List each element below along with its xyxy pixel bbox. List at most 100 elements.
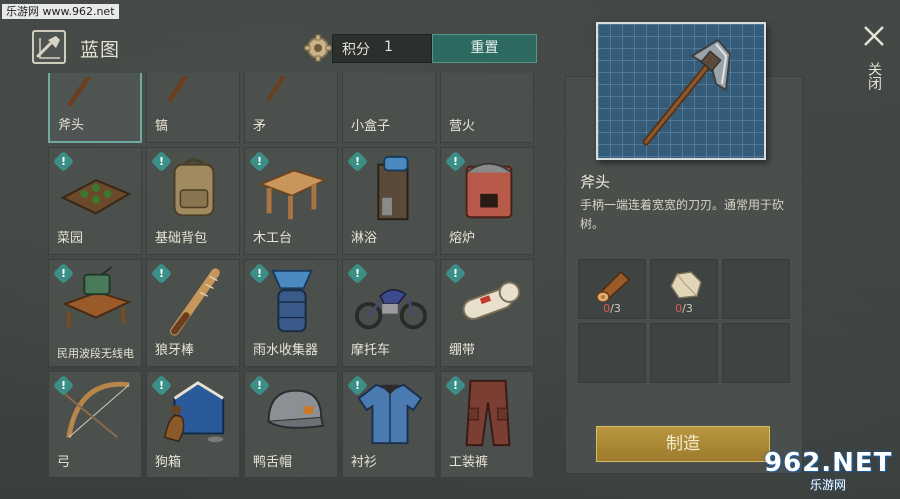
blueprint-cell[interactable]: ! 狗箱 xyxy=(146,371,240,477)
blueprint-label: 衬衫 xyxy=(351,455,378,470)
new-badge-icon: ! xyxy=(150,262,173,285)
blueprint-cell[interactable]: 矛 xyxy=(244,73,338,143)
badge-symbol: ! xyxy=(60,155,67,168)
new-badge-icon: ! xyxy=(346,262,369,285)
blueprint-cell[interactable]: ! 淋浴 xyxy=(342,147,436,255)
material-slot-empty xyxy=(578,323,646,383)
blueprint-cell[interactable]: ! 民用波段无线电 xyxy=(48,259,142,367)
blueprint-cell[interactable]: ! 狼牙棒 xyxy=(146,259,240,367)
blueprint-label: 摩托车 xyxy=(351,343,391,358)
blueprint-label: 矛 xyxy=(253,119,267,134)
new-badge-icon: ! xyxy=(248,150,271,173)
new-badge-icon: ! xyxy=(444,150,467,173)
selected-item-name: 斧头 xyxy=(580,173,611,191)
new-badge-icon: ! xyxy=(346,374,369,397)
close-icon[interactable] xyxy=(860,22,888,50)
badge-symbol: ! xyxy=(158,379,165,392)
material-slot-empty xyxy=(650,323,718,383)
reset-button[interactable]: 重置 xyxy=(432,34,537,63)
blueprint-cell[interactable]: ! 工装裤 xyxy=(440,371,534,477)
material-slot-empty xyxy=(722,323,790,383)
blueprint-cell[interactable]: ! 雨水收集器 xyxy=(244,259,338,367)
blueprint-label: 木工台 xyxy=(253,231,293,246)
badge-symbol: ! xyxy=(256,379,263,392)
badge-symbol: ! xyxy=(60,379,67,392)
blueprint-label: 弓 xyxy=(57,455,71,470)
blueprint-label: 斧头 xyxy=(58,118,85,133)
material-slot[interactable]: 0/3 xyxy=(578,259,646,319)
pickaxe-icon xyxy=(157,76,231,110)
small-box-icon xyxy=(353,76,427,110)
badge-symbol: ! xyxy=(452,267,459,280)
blueprint-label: 狼牙棒 xyxy=(155,343,195,358)
new-badge-icon: ! xyxy=(248,374,271,397)
blueprint-grid: 斧头 镐 矛 小盒子 营火! 菜园! 基础背包! 木工台! 淋浴! 熔炉! 民用波段无线电! 狼牙棒!… xyxy=(48,73,538,477)
stone-icon xyxy=(670,271,702,299)
blueprint-cell[interactable]: ! 摩托车 xyxy=(342,259,436,367)
blueprint-label: 狗箱 xyxy=(155,455,182,470)
new-badge-icon: ! xyxy=(52,150,75,173)
blueprint-label: 雨水收集器 xyxy=(253,343,319,358)
material-count: 0/3 xyxy=(651,302,717,315)
points-gear-icon xyxy=(304,34,332,62)
blueprint-label: 淋浴 xyxy=(351,231,378,246)
badge-symbol: ! xyxy=(354,155,361,168)
new-badge-icon: ! xyxy=(52,374,75,397)
blueprint-label: 菜园 xyxy=(57,231,84,246)
blueprint-cell[interactable]: ! 绷带 xyxy=(440,259,534,367)
materials-grid: 0/3 0/3 xyxy=(578,259,790,383)
new-badge-icon: ! xyxy=(444,262,467,285)
blueprint-cell[interactable]: 小盒子 xyxy=(342,73,436,143)
blueprint-label: 镐 xyxy=(155,119,169,134)
badge-symbol: ! xyxy=(354,379,361,392)
watermark-sub: 乐游网 xyxy=(810,478,847,492)
blueprint-cell[interactable]: 营火 xyxy=(440,73,534,143)
badge-symbol: ! xyxy=(354,267,361,280)
badge-symbol: ! xyxy=(452,379,459,392)
new-badge-icon: ! xyxy=(444,374,467,397)
material-slot-empty xyxy=(722,259,790,319)
blueprint-cell[interactable]: ! 鸭舌帽 xyxy=(244,371,338,477)
selected-item-image xyxy=(596,22,766,160)
craft-button[interactable]: 制造 xyxy=(596,426,770,462)
blueprint-label: 绷带 xyxy=(449,343,476,358)
blueprint-cell[interactable]: ! 菜园 xyxy=(48,147,142,255)
badge-symbol: ! xyxy=(158,267,165,280)
blueprint-label: 民用波段无线电 xyxy=(57,347,134,360)
blueprint-label: 营火 xyxy=(449,119,476,134)
new-badge-icon: ! xyxy=(52,262,75,285)
blueprint-cell[interactable]: ! 衬衫 xyxy=(342,371,436,477)
badge-symbol: ! xyxy=(158,155,165,168)
blueprint-cell[interactable]: ! 木工台 xyxy=(244,147,338,255)
blueprint-label: 熔炉 xyxy=(449,231,476,246)
campfire-icon xyxy=(451,76,525,110)
axe-icon xyxy=(60,77,134,111)
axe-icon xyxy=(642,38,732,146)
points-label: 积分 xyxy=(342,42,370,58)
blueprint-cell[interactable]: ! 弓 xyxy=(48,371,142,477)
new-badge-icon: ! xyxy=(346,150,369,173)
points-value: 1 xyxy=(384,39,393,55)
badge-symbol: ! xyxy=(60,267,67,280)
selected-item-description: 手柄一端连着宽宽的刀刃。通常用于砍树。 xyxy=(580,198,785,231)
watermark-number: 962.NET xyxy=(764,448,893,478)
blueprint-icon xyxy=(32,30,66,64)
site-watermark: 乐游网 www.962.net xyxy=(2,4,119,19)
material-count: 0/3 xyxy=(579,302,645,315)
wood-log-icon xyxy=(596,270,631,302)
site-logo-watermark: 962.NET 乐游网 xyxy=(764,448,894,494)
close-label[interactable]: 关闭 xyxy=(862,62,882,90)
badge-symbol: ! xyxy=(256,267,263,280)
material-slot[interactable]: 0/3 xyxy=(650,259,718,319)
new-badge-icon: ! xyxy=(248,262,271,285)
blueprint-cell[interactable]: ! 熔炉 xyxy=(440,147,534,255)
blueprint-label: 基础背包 xyxy=(155,231,208,246)
material-need: /3 xyxy=(682,302,693,315)
material-need: /3 xyxy=(610,302,621,315)
blueprint-cell[interactable]: 镐 xyxy=(146,73,240,143)
page-title: 蓝图 xyxy=(80,39,121,61)
spear-icon xyxy=(255,76,329,110)
badge-symbol: ! xyxy=(452,155,459,168)
blueprint-cell[interactable]: ! 基础背包 xyxy=(146,147,240,255)
blueprint-cell[interactable]: 斧头 xyxy=(48,73,142,143)
